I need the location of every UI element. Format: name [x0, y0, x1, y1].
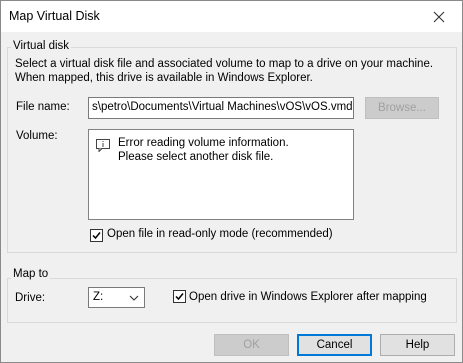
volume-message-line-1: Error reading volume information.	[118, 137, 289, 149]
volume-message-line-2: Please select another disk file.	[118, 151, 274, 163]
open-explorer-label[interactable]: Open drive in Windows Explorer after map…	[189, 291, 427, 303]
close-icon	[433, 11, 445, 22]
file-name-value: s\petro\Documents\Virtual Machines\vOS\v…	[92, 101, 354, 113]
map-to-legend: Map to	[11, 268, 51, 280]
window-title: Map Virtual Disk	[9, 9, 100, 23]
open-explorer-checkbox[interactable]	[173, 290, 186, 303]
drive-value: Z:	[93, 291, 104, 303]
file-name-label: File name:	[16, 101, 70, 113]
help-button[interactable]: Help	[380, 334, 455, 356]
description-line-1: Select a virtual disk file and associate…	[15, 58, 434, 70]
file-name-input[interactable]: s\petro\Documents\Virtual Machines\vOS\v…	[88, 97, 354, 119]
cancel-button[interactable]: Cancel	[297, 334, 372, 356]
readonly-checkbox[interactable]	[90, 229, 103, 242]
volume-list[interactable]: Error reading volume information. Please…	[88, 129, 354, 220]
volume-label: Volume:	[16, 130, 58, 142]
drive-label: Drive:	[15, 292, 46, 304]
map-virtual-disk-dialog: Map Virtual Disk Virtual disk Select a v…	[0, 0, 463, 363]
drive-select[interactable]: Z:	[88, 287, 145, 308]
ok-button[interactable]: OK	[214, 334, 289, 356]
readonly-label[interactable]: Open file in read-only mode (recommended…	[107, 228, 333, 240]
description-line-2: When mapped, this drive is available in …	[15, 72, 313, 84]
check-icon	[175, 293, 184, 301]
browse-button[interactable]: Browse...	[365, 97, 439, 119]
chevron-down-icon	[129, 295, 139, 301]
virtual-disk-legend: Virtual disk	[11, 40, 72, 52]
close-button[interactable]	[416, 1, 462, 32]
check-icon	[92, 232, 101, 240]
info-message-icon	[96, 139, 110, 152]
title-bar: Map Virtual Disk	[1, 1, 462, 32]
